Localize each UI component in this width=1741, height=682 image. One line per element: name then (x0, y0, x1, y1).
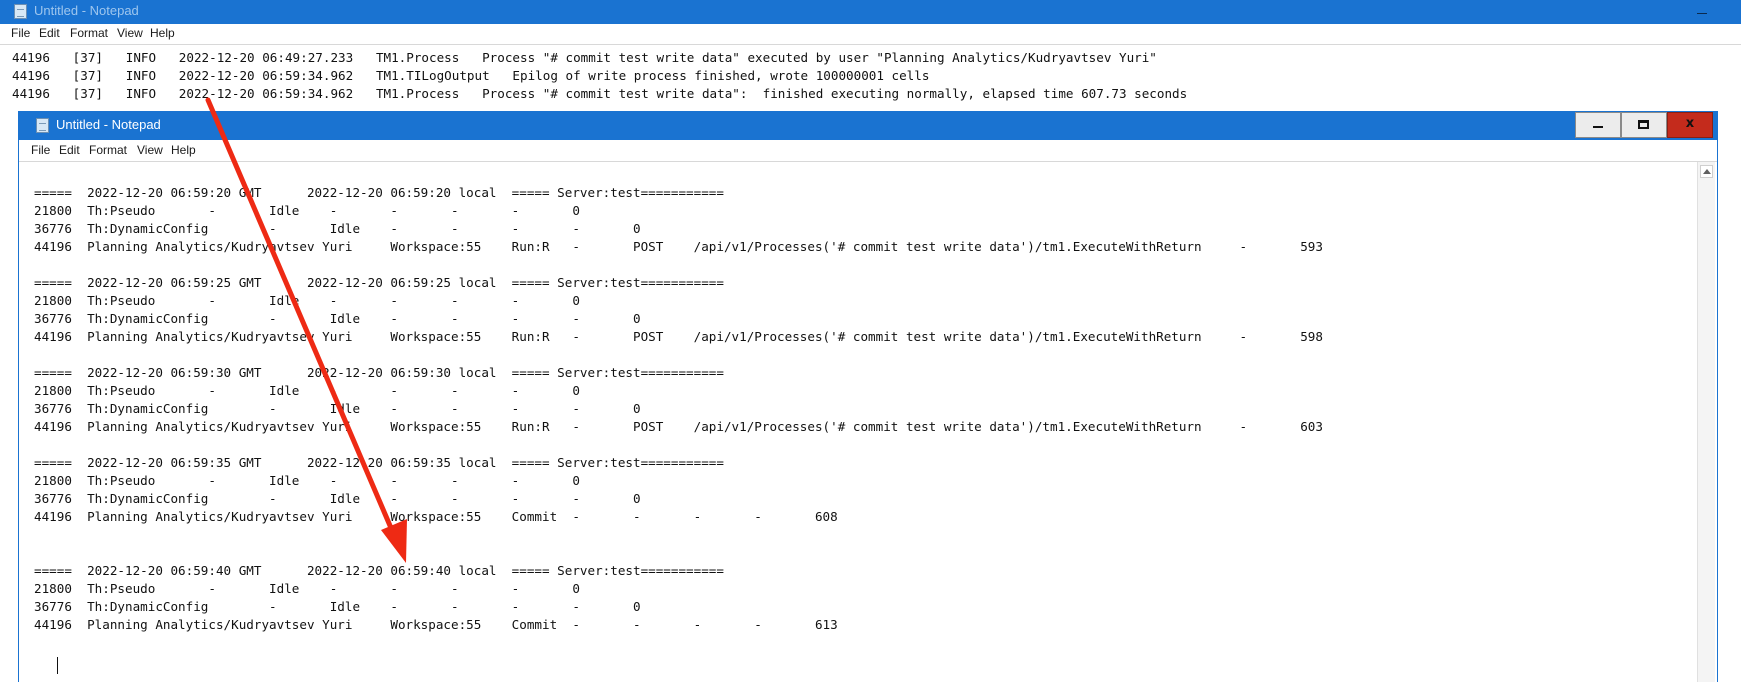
title-bar-front[interactable]: Untitled - Notepad x (19, 111, 1717, 140)
log-line: ===== 2022-12-20 06:59:35 GMT 2022-12-20… (34, 455, 724, 470)
vertical-scrollbar[interactable] (1697, 162, 1715, 682)
menu-view[interactable]: View (137, 143, 163, 157)
title-bar-back[interactable]: Untitled - Notepad (0, 0, 1741, 24)
menu-edit-back[interactable]: Edit (39, 26, 60, 40)
menu-format[interactable]: Format (89, 143, 127, 157)
log-line: 36776 Th:DynamicConfig - Idle - - - - 0 (34, 221, 641, 236)
log-line: 44196 [37] INFO 2022-12-20 06:49:27.233 … (12, 50, 1157, 65)
minimize-icon (1593, 126, 1603, 128)
menu-file-back[interactable]: File (11, 26, 30, 40)
log-line: 44196 [37] INFO 2022-12-20 06:59:34.962 … (12, 68, 930, 83)
menu-file[interactable]: File (31, 143, 50, 157)
close-icon: x (1685, 116, 1695, 131)
log-line: 21800 Th:Pseudo - Idle - - - - 0 (34, 293, 580, 308)
log-line: 44196 Planning Analytics/Kudryavtsev Yur… (34, 509, 838, 524)
menu-format-back[interactable]: Format (70, 26, 108, 40)
menu-edit[interactable]: Edit (59, 143, 80, 157)
window-title-front: Untitled - Notepad (56, 117, 161, 132)
log-line: 36776 Th:DynamicConfig - Idle - - - - 0 (34, 401, 641, 416)
log-line: 44196 Planning Analytics/Kudryavtsev Yur… (34, 419, 1323, 434)
close-button[interactable]: x (1667, 112, 1713, 138)
log-line: 21800 Th:Pseudo - Idle - - - - 0 (34, 581, 580, 596)
menu-bar-back: File Edit Format View Help (0, 24, 1741, 45)
log-line: 44196 Planning Analytics/Kudryavtsev Yur… (34, 617, 838, 632)
notepad-icon (14, 4, 27, 19)
text-content: ===== 2022-12-20 06:59:20 GMT 2022-12-20… (34, 184, 1323, 634)
menu-view-back[interactable]: View (117, 26, 143, 40)
log-line: ===== 2022-12-20 06:59:30 GMT 2022-12-20… (34, 365, 724, 380)
log-line: 44196 Planning Analytics/Kudryavtsev Yur… (34, 329, 1323, 344)
log-line: 21800 Th:Pseudo - Idle - - - - 0 (34, 383, 580, 398)
log-line: 44196 Planning Analytics/Kudryavtsev Yur… (34, 239, 1323, 254)
text-caret (57, 657, 58, 674)
window-title-back: Untitled - Notepad (34, 3, 139, 18)
log-line: ===== 2022-12-20 06:59:40 GMT 2022-12-20… (34, 563, 724, 578)
log-line: 21800 Th:Pseudo - Idle - - - - 0 (34, 203, 580, 218)
log-line: 36776 Th:DynamicConfig - Idle - - - - 0 (34, 311, 641, 326)
maximize-button[interactable] (1621, 112, 1667, 138)
text-editor-front[interactable]: ===== 2022-12-20 06:59:20 GMT 2022-12-20… (19, 162, 1717, 682)
log-line: 36776 Th:DynamicConfig - Idle - - - - 0 (34, 491, 641, 506)
minimize-button[interactable] (1575, 112, 1621, 138)
notepad-icon (36, 118, 49, 133)
scroll-up-arrow-icon[interactable] (1700, 165, 1713, 178)
menu-help[interactable]: Help (171, 143, 196, 157)
log-line: 44196 [37] INFO 2022-12-20 06:59:34.962 … (12, 86, 1188, 101)
log-line: 36776 Th:DynamicConfig - Idle - - - - 0 (34, 599, 641, 614)
menu-help-back[interactable]: Help (150, 26, 175, 40)
minimize-button-back[interactable] (1686, 0, 1718, 24)
text-area-back[interactable]: 44196 [37] INFO 2022-12-20 06:49:27.233 … (12, 49, 1187, 103)
notepad-window-front: Untitled - Notepad x File Edit Format Vi… (18, 111, 1718, 682)
menu-bar-front: File Edit Format View Help (19, 140, 1717, 162)
log-line: 21800 Th:Pseudo - Idle - - - - 0 (34, 473, 580, 488)
log-line: ===== 2022-12-20 06:59:25 GMT 2022-12-20… (34, 275, 724, 290)
maximize-icon (1638, 120, 1649, 129)
log-line: ===== 2022-12-20 06:59:20 GMT 2022-12-20… (34, 185, 724, 200)
